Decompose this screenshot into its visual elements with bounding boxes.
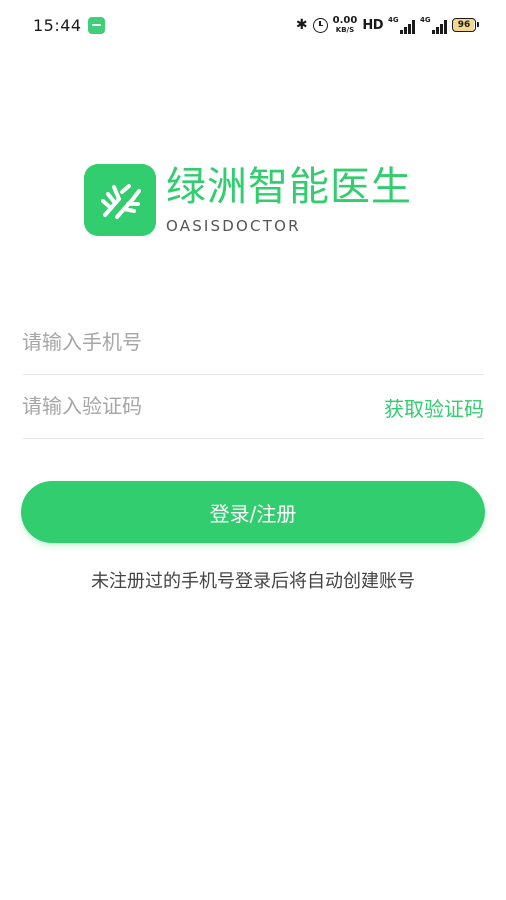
signal-network-type-2: 4G	[420, 16, 431, 24]
logo-text: 绿洲智能医生 OASISDOCTOR	[166, 165, 412, 235]
status-time: 15:44	[33, 16, 82, 35]
phone-field-row	[22, 310, 484, 375]
alarm-icon	[312, 17, 328, 33]
status-bar: 15:44 ✱ 0.00 KB/S HD 4G 4G 96	[0, 0, 506, 52]
phone-input[interactable]	[22, 310, 352, 374]
login-register-button[interactable]: 登录/注册	[21, 481, 485, 543]
signal-network-type: 4G	[388, 16, 399, 24]
brand-name: 绿洲智能医生	[166, 164, 412, 210]
get-code-button[interactable]: 获取验证码	[384, 393, 484, 422]
network-speed-unit: KB/S	[335, 26, 355, 34]
status-icons: ✱ 0.00 KB/S HD 4G 4G 96	[295, 14, 479, 36]
app-notification-icon	[88, 17, 105, 34]
network-speed: 0.00 KB/S	[333, 16, 358, 34]
battery-icon: 96	[452, 18, 479, 32]
signal-strength-icon-2: 4G	[420, 16, 447, 34]
oasis-logo-icon	[84, 164, 156, 236]
network-speed-value: 0.00	[332, 15, 358, 26]
code-field-row: 获取验证码	[22, 374, 484, 439]
brand-subtitle: OASISDOCTOR	[166, 217, 301, 235]
battery-level: 96	[457, 20, 471, 30]
verification-code-input[interactable]	[22, 374, 352, 438]
bluetooth-icon: ✱	[295, 17, 308, 33]
app-logo: 绿洲智能医生 OASISDOCTOR	[84, 164, 412, 236]
hd-icon: HD	[362, 17, 383, 33]
auto-register-hint: 未注册过的手机号登录后将自动创建账号	[91, 571, 415, 592]
signal-strength-icon: 4G	[388, 16, 415, 34]
